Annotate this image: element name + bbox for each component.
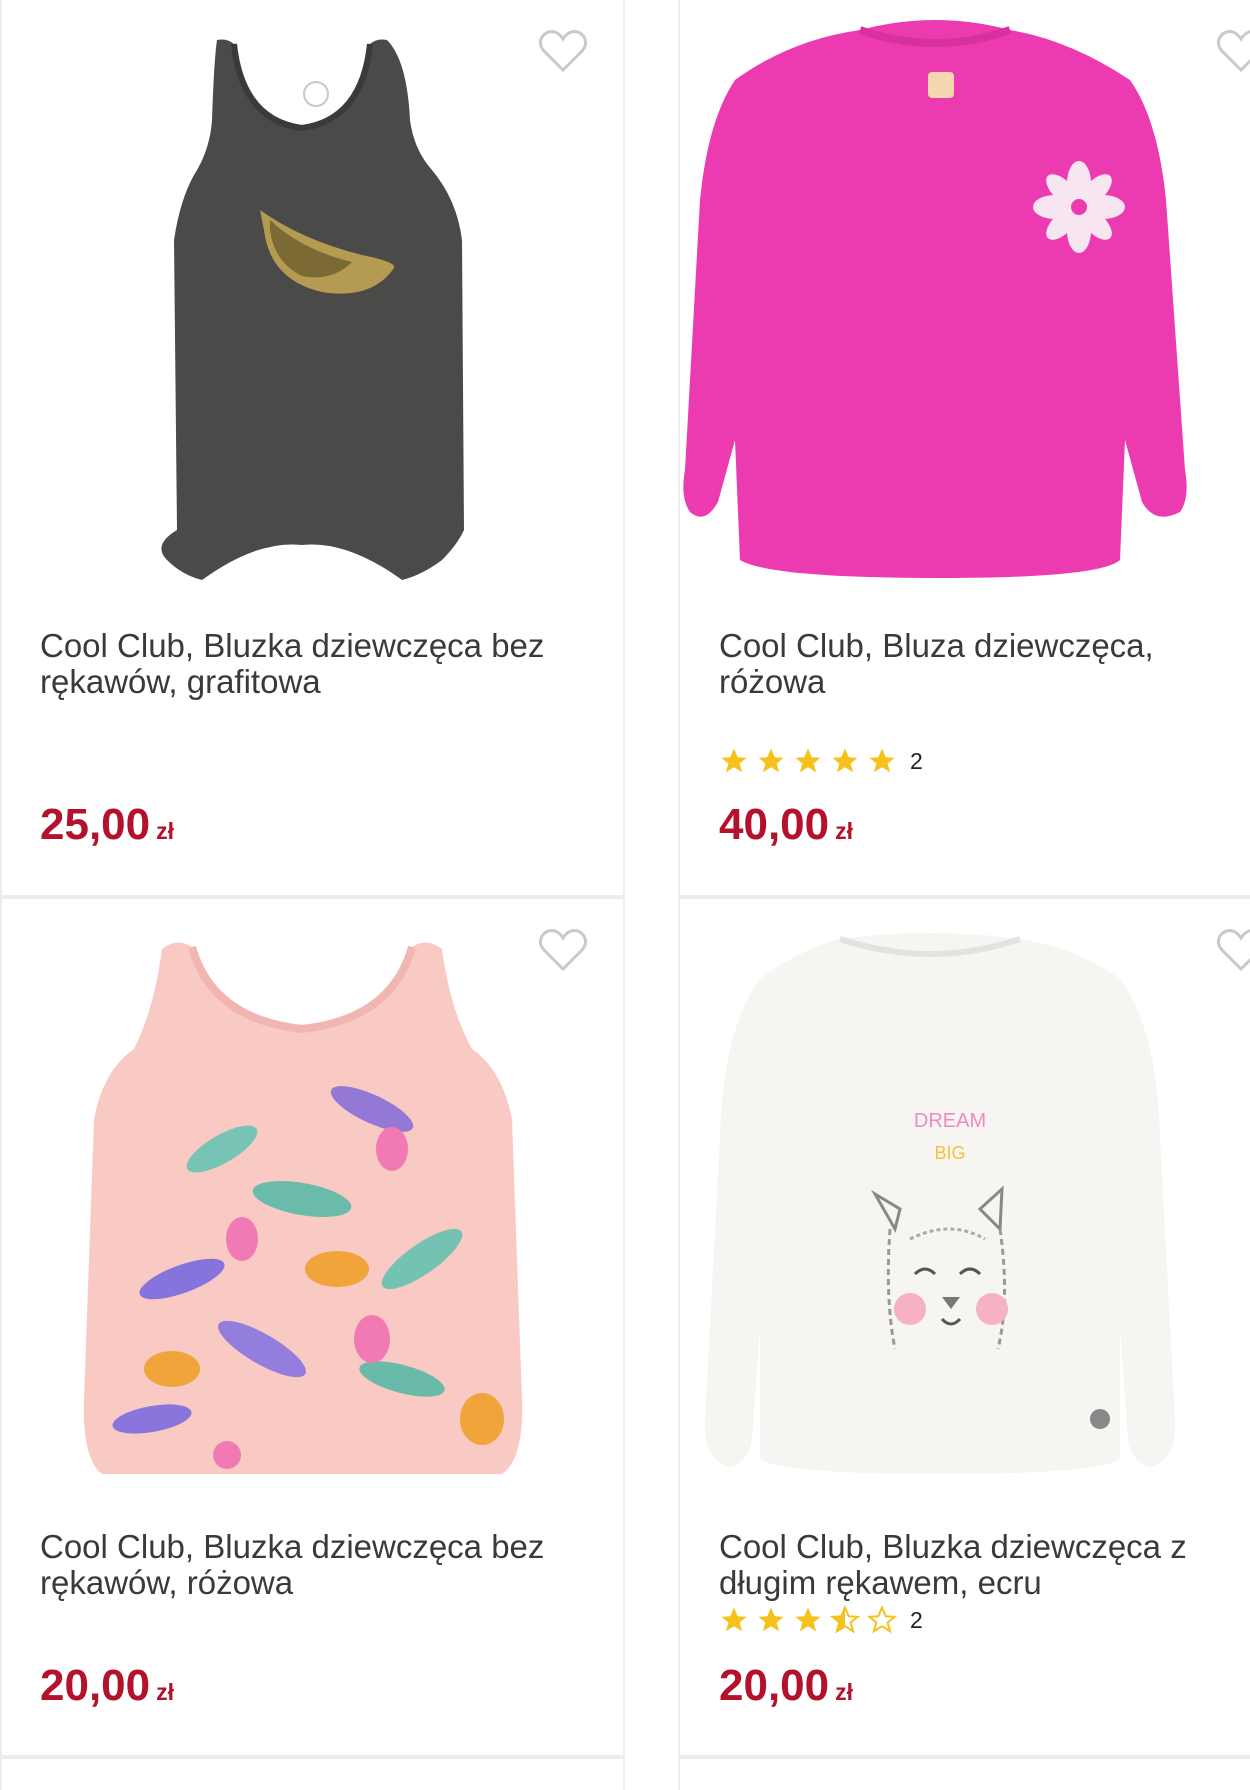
product-rating: 2 bbox=[719, 746, 923, 776]
heart-icon[interactable] bbox=[1216, 927, 1250, 973]
product-price: 20,00 zł bbox=[719, 1661, 853, 1711]
product-title[interactable]: Cool Club, Bluzka dziewczęca bez rękawów… bbox=[40, 1529, 580, 1601]
product-title[interactable]: Cool Club, Bluza dziewczęca, różowa bbox=[719, 628, 1250, 700]
product-price: 20,00 zł bbox=[40, 1661, 174, 1711]
price-currency: zł bbox=[156, 818, 174, 844]
product-card-partial[interactable] bbox=[0, 1757, 625, 1790]
product-card[interactable]: DREAM BIG Cool Club, Bluzka dziewczęca z… bbox=[678, 897, 1250, 1757]
product-grid: Cool Club, Bluzka dziewczęca bez rękawów… bbox=[0, 0, 1250, 1790]
product-image[interactable] bbox=[680, 0, 1250, 600]
product-image[interactable]: DREAM BIG bbox=[680, 899, 1250, 1499]
product-price: 25,00 zł bbox=[40, 800, 174, 850]
price-value: 25,00 bbox=[40, 800, 151, 849]
star-half-icon bbox=[830, 1605, 860, 1634]
product-card[interactable]: Cool Club, Bluzka dziewczęca bez rękawów… bbox=[0, 0, 625, 897]
star-filled-icon bbox=[869, 748, 895, 773]
star-empty-icon bbox=[867, 1605, 897, 1634]
product-image[interactable] bbox=[2, 0, 627, 600]
price-value: 40,00 bbox=[719, 800, 830, 849]
star-filled-icon bbox=[795, 1607, 821, 1632]
price-currency: zł bbox=[156, 1679, 174, 1705]
price-currency: zł bbox=[835, 1679, 853, 1705]
price-currency: zł bbox=[835, 818, 853, 844]
heart-icon[interactable] bbox=[538, 927, 588, 973]
print-text-big: BIG bbox=[934, 1143, 965, 1163]
review-count: 2 bbox=[910, 747, 923, 774]
price-value: 20,00 bbox=[40, 1661, 151, 1710]
review-count: 2 bbox=[910, 1606, 923, 1633]
product-title[interactable]: Cool Club, Bluzka dziewczęca z długim rę… bbox=[719, 1529, 1250, 1601]
heart-icon[interactable] bbox=[538, 28, 588, 74]
product-price: 40,00 zł bbox=[719, 800, 853, 850]
product-card[interactable]: Cool Club, Bluzka dziewczęca bez rękawów… bbox=[0, 897, 625, 1757]
star-filled-icon bbox=[721, 748, 747, 773]
star-filled-icon bbox=[758, 748, 784, 773]
star-filled-icon bbox=[832, 748, 858, 773]
product-card[interactable]: Cool Club, Bluza dziewczęca, różowa 2 40… bbox=[678, 0, 1250, 897]
product-card-partial[interactable] bbox=[678, 1757, 1250, 1790]
heart-icon[interactable] bbox=[1216, 28, 1250, 74]
product-rating: 2 bbox=[719, 1605, 923, 1635]
star-filled-icon bbox=[758, 1607, 784, 1632]
star-filled-icon bbox=[795, 748, 821, 773]
price-value: 20,00 bbox=[719, 1661, 830, 1710]
product-image[interactable] bbox=[2, 899, 627, 1499]
star-filled-icon bbox=[721, 1607, 747, 1632]
product-title[interactable]: Cool Club, Bluzka dziewczęca bez rękawów… bbox=[40, 628, 580, 700]
print-text-dream: DREAM bbox=[914, 1110, 986, 1132]
